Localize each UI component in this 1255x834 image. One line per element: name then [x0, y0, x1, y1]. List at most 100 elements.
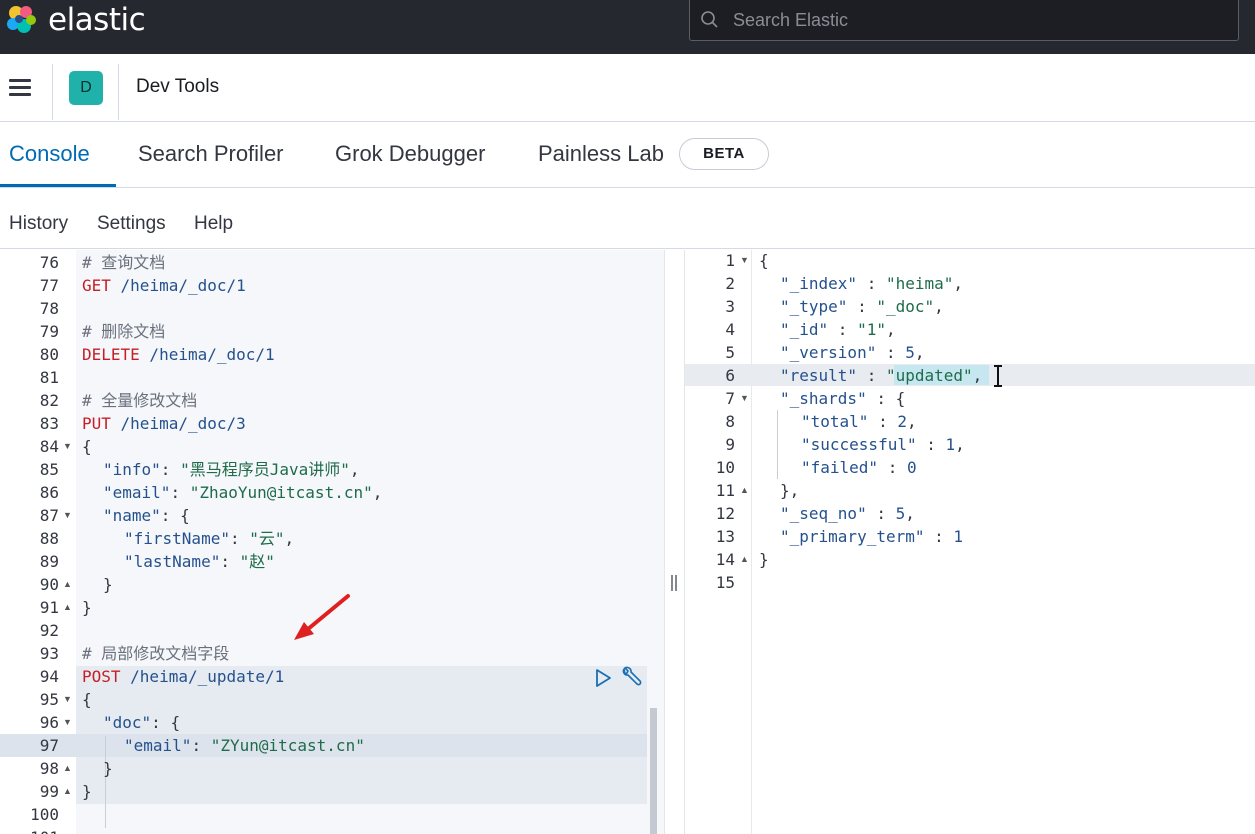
- tab-console[interactable]: Console: [9, 141, 90, 167]
- code-line[interactable]: }: [759, 548, 769, 571]
- request-scrollbar[interactable]: [650, 708, 657, 834]
- fold-expand-icon[interactable]: ▲: [740, 479, 749, 502]
- code-line[interactable]: "_id" : "1",: [780, 318, 896, 341]
- json-key: "email": [103, 483, 171, 502]
- pane-resizer[interactable]: [664, 250, 685, 834]
- tab-grok-debugger[interactable]: Grok Debugger: [335, 141, 485, 167]
- http-method: DELETE: [82, 345, 140, 364]
- line-number: 7: [725, 389, 735, 408]
- fold-collapse-icon[interactable]: ▼: [63, 711, 72, 734]
- http-method: GET: [82, 276, 111, 295]
- code-line[interactable]: PUT /heima/_doc/3: [82, 412, 246, 435]
- fold-collapse-icon[interactable]: ▼: [740, 250, 749, 272]
- code-line[interactable]: "_type" : "_doc",: [780, 295, 944, 318]
- code-text: }: [82, 782, 92, 801]
- json-number-value: 5: [905, 343, 915, 362]
- code-line[interactable]: "name": {: [103, 504, 190, 527]
- code-line[interactable]: "total" : 2,: [801, 410, 917, 433]
- json-punctuation: ,: [955, 435, 965, 454]
- json-separator: :: [866, 504, 896, 523]
- fold-expand-icon[interactable]: ▲: [63, 780, 72, 803]
- beta-badge: BETA: [679, 138, 769, 170]
- wrench-icon[interactable]: [619, 666, 643, 690]
- global-search[interactable]: [689, 0, 1239, 41]
- code-text: {: [82, 437, 92, 456]
- json-string-value: "1": [857, 320, 886, 339]
- json-key: "successful": [801, 435, 917, 454]
- play-icon[interactable]: [594, 668, 612, 688]
- code-text: }: [759, 550, 769, 569]
- request-url: /heima/_doc/1: [139, 345, 275, 364]
- code-line[interactable]: DELETE /heima/_doc/1: [82, 343, 275, 366]
- brand-name[interactable]: elastic: [48, 2, 146, 38]
- code-line[interactable]: "doc": {: [103, 711, 180, 734]
- resize-grip-icon[interactable]: [670, 575, 678, 591]
- code-line[interactable]: "_version" : 5,: [780, 341, 925, 364]
- json-separator: :: [866, 389, 896, 408]
- code-line[interactable]: {: [759, 250, 769, 272]
- code-line[interactable]: "email": "ZhaoYun@itcast.cn",: [103, 481, 382, 504]
- fold-expand-icon[interactable]: ▲: [63, 573, 72, 596]
- elastic-logo-icon[interactable]: [4, 3, 38, 37]
- code-text: }: [103, 759, 113, 778]
- code-text: },: [780, 481, 800, 500]
- code-line[interactable]: # 局部修改文档字段: [82, 642, 229, 665]
- code-line[interactable]: "_shards" : {: [780, 387, 905, 410]
- code-line[interactable]: "email": "ZYun@itcast.cn": [124, 734, 365, 757]
- console-menu: History Settings Help: [0, 188, 1255, 249]
- menu-help[interactable]: Help: [194, 213, 233, 235]
- json-key: "firstName": [124, 529, 230, 548]
- json-key: "result": [780, 366, 858, 385]
- space-avatar[interactable]: D: [69, 71, 103, 105]
- json-number-value: 2: [897, 412, 907, 431]
- tab-painless-lab[interactable]: Painless Lab: [538, 141, 664, 167]
- code-line[interactable]: }: [82, 780, 92, 803]
- code-line[interactable]: {: [82, 435, 92, 458]
- response-editor[interactable]: 1 ▼ {2 "_index" : "heima", 3 "_type" : "_doc"…: [685, 250, 1255, 834]
- json-string-value: "heima": [885, 274, 954, 293]
- json-separator: :: [160, 460, 181, 479]
- code-line[interactable]: }: [82, 596, 92, 619]
- menu-settings[interactable]: Settings: [97, 213, 166, 235]
- json-punctuation: ,: [972, 366, 983, 385]
- code-line[interactable]: }: [103, 573, 113, 596]
- fold-collapse-icon[interactable]: ▼: [63, 435, 72, 458]
- menu-toggle-icon[interactable]: [9, 79, 31, 97]
- code-line[interactable]: },: [780, 479, 799, 502]
- fold-expand-icon[interactable]: ▲: [740, 548, 749, 571]
- tab-search-profiler[interactable]: Search Profiler: [138, 141, 284, 167]
- code-line[interactable]: {: [82, 688, 92, 711]
- menu-history[interactable]: History: [9, 213, 68, 235]
- fold-collapse-icon[interactable]: ▼: [63, 504, 72, 527]
- code-line[interactable]: POST /heima/_update/1: [82, 665, 284, 688]
- fold-collapse-icon[interactable]: ▼: [63, 688, 72, 711]
- code-line[interactable]: # 查询文档: [82, 251, 165, 274]
- code-line[interactable]: # 全量修改文档: [82, 389, 197, 412]
- code-line[interactable]: "_seq_no" : 5,: [780, 502, 915, 525]
- code-line[interactable]: "result" : "updated",: [780, 364, 982, 387]
- json-string-value: "_doc": [876, 297, 935, 316]
- code-line[interactable]: GET /heima/_doc/1: [82, 274, 246, 297]
- request-editor[interactable]: 76 # 查询文档 77 GET /heima/_doc/1 78 79 # 删除文档 80 D…: [0, 250, 664, 834]
- code-line[interactable]: "_index" : "heima",: [780, 272, 963, 295]
- code-line[interactable]: "failed" : 0: [801, 456, 917, 479]
- http-method: PUT: [82, 414, 111, 433]
- fold-collapse-icon[interactable]: ▼: [740, 387, 749, 410]
- json-key: "total": [801, 412, 869, 431]
- code-line[interactable]: # 删除文档: [82, 320, 165, 343]
- search-input[interactable]: [733, 7, 1223, 33]
- code-line[interactable]: "_primary_term" : 1: [780, 525, 963, 548]
- code-line[interactable]: "firstName": "云",: [124, 527, 294, 550]
- json-key: "info": [103, 460, 161, 479]
- line-number: 89: [39, 552, 59, 571]
- code-line[interactable]: "info": "黑马程序员Java讲师",: [103, 458, 360, 481]
- code-line[interactable]: }: [103, 757, 113, 780]
- fold-expand-icon[interactable]: ▲: [63, 596, 72, 619]
- json-string-value: "赵": [239, 552, 275, 571]
- fold-expand-icon[interactable]: ▲: [63, 757, 72, 780]
- code-line[interactable]: "lastName": "赵": [124, 550, 275, 573]
- json-separator: :: [916, 435, 946, 454]
- code-text: {: [82, 690, 92, 709]
- json-punctuation: ,: [372, 483, 383, 502]
- code-line[interactable]: "successful" : 1,: [801, 433, 965, 456]
